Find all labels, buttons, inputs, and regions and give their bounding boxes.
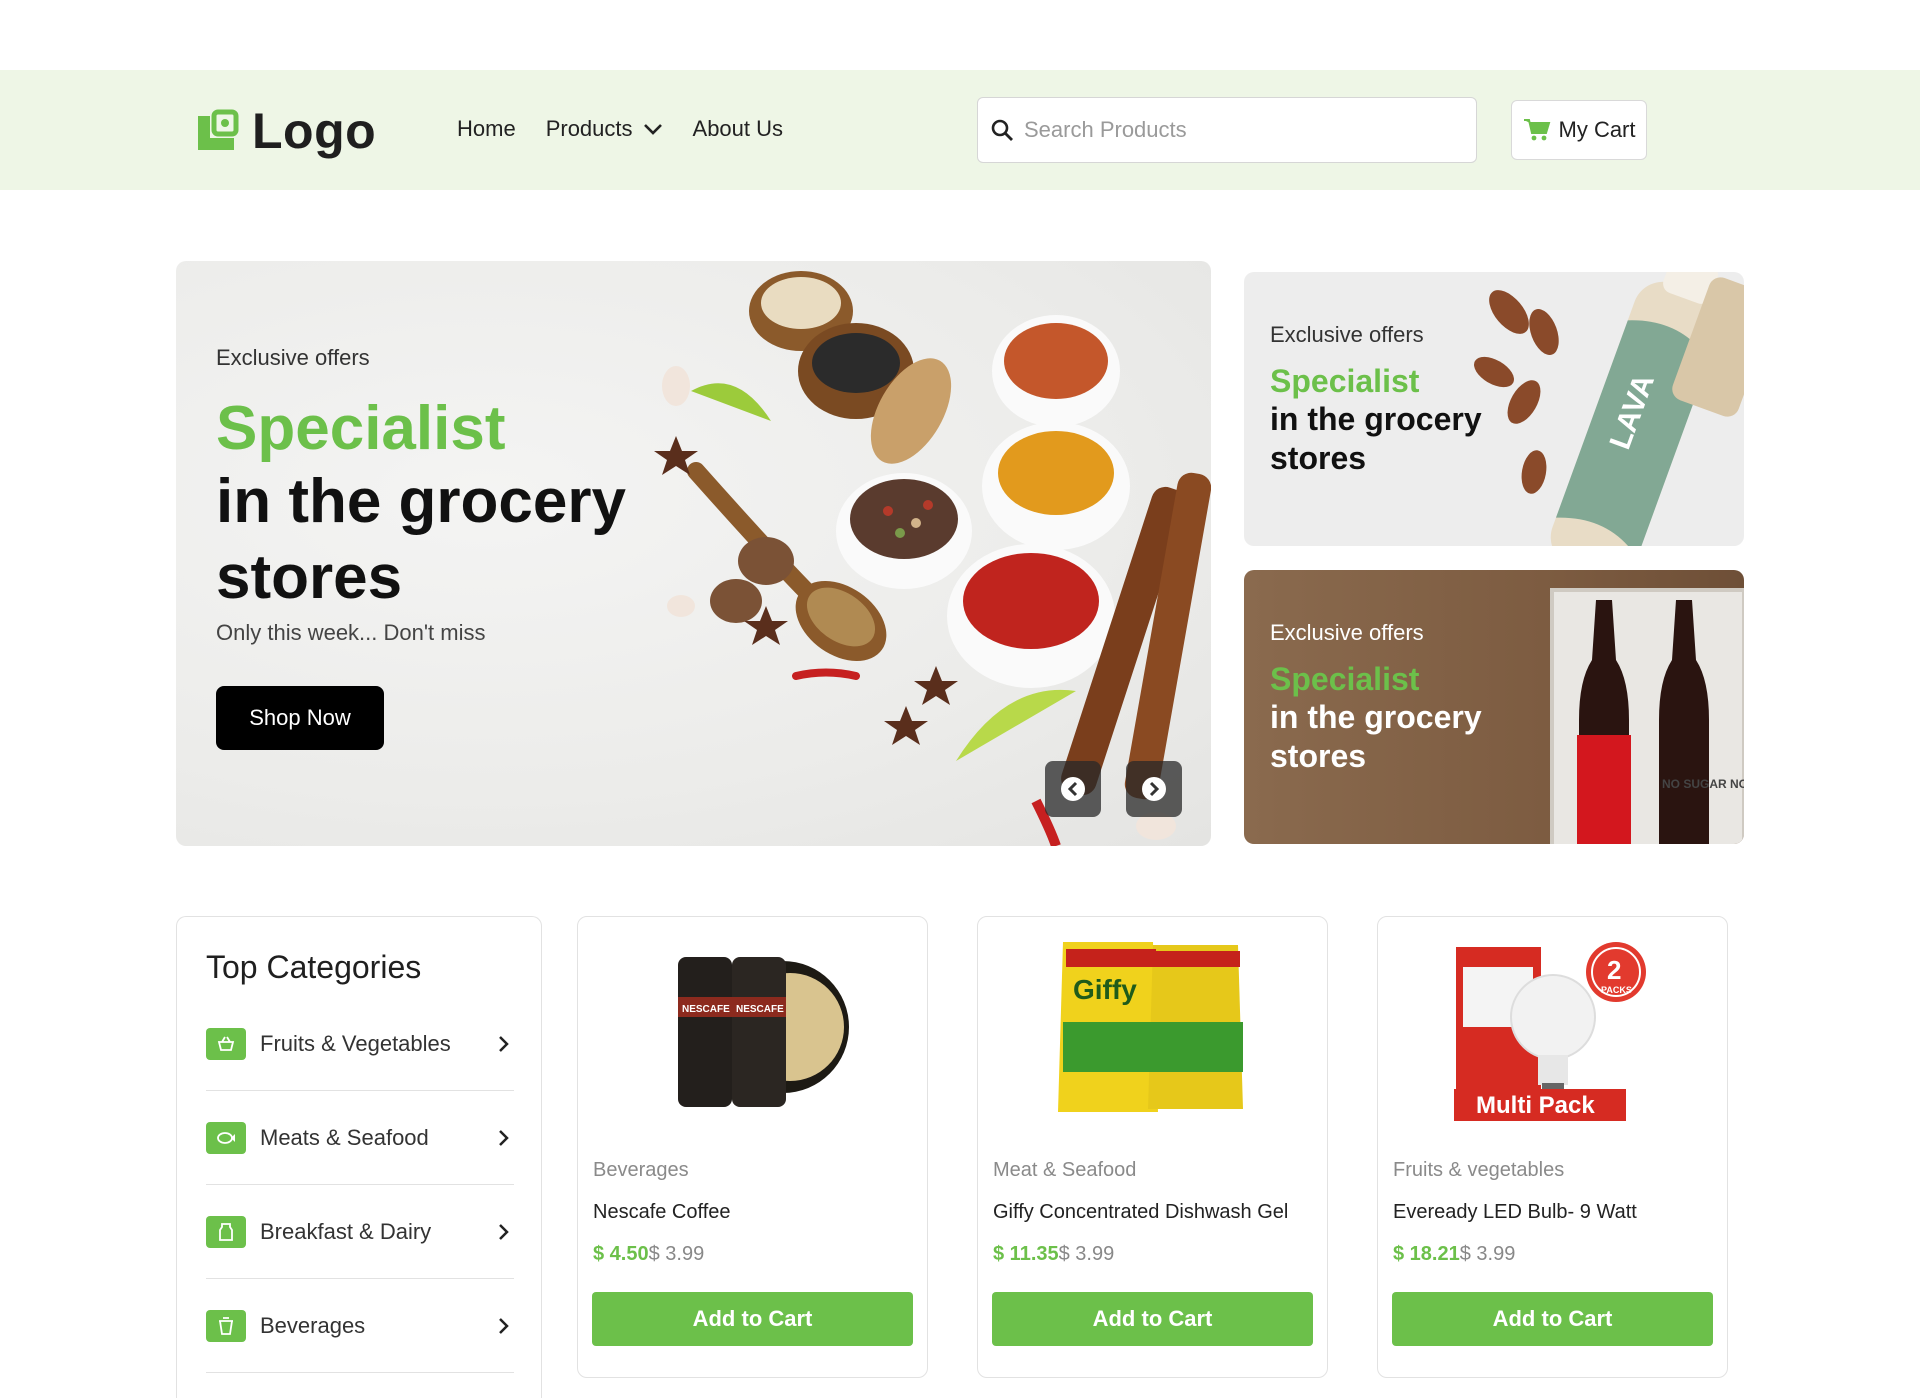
hero-subtitle: Only this week... Don't miss [216, 619, 486, 645]
product-price-current: $ 18.21 [1393, 1243, 1460, 1265]
chevron-left-icon [1061, 777, 1085, 801]
product-price: $ 11.35$ 3.99 [993, 1243, 1114, 1266]
soda-label: NO SUGAR NO CALORIES [1662, 777, 1744, 791]
side-banner-1-eyebrow: Exclusive offers [1270, 322, 1424, 347]
side-banner-2-eyebrow: Exclusive offers [1270, 620, 1424, 645]
hero-title-highlight: Specialist [216, 394, 506, 463]
milk-icon [206, 1215, 246, 1248]
product-image-badge-sub: PACKS [1601, 985, 1632, 995]
product-image-label: NESCAFE [682, 1004, 730, 1015]
product-image: 2 PACKS Multi Pack [1454, 942, 1646, 1121]
product-image-label: Giffy [1073, 974, 1137, 1005]
product-price-current: $ 4.50 [593, 1243, 649, 1265]
product-category: Meat & Seafood [993, 1159, 1137, 1181]
chevron-right-icon [494, 1316, 514, 1336]
nav-home[interactable]: Home [457, 116, 516, 142]
product-price-current: $ 11.35 [993, 1243, 1059, 1265]
cup-icon [206, 1309, 246, 1342]
cart-button[interactable]: My Cart [1511, 100, 1647, 160]
product-price: $ 4.50$ 3.99 [593, 1243, 704, 1266]
cart-icon [1523, 119, 1550, 141]
hero-eyebrow: Exclusive offers [216, 345, 370, 370]
product-card-nescafe[interactable]: NESCAFE NESCAFE Beverages Nescafe Coffee… [577, 916, 928, 1378]
side-banner-plant-milk[interactable]: LAVA Exclusive offers Specialist in the … [1244, 272, 1744, 546]
logo-text: Logo [252, 103, 377, 159]
chevron-right-icon [1142, 777, 1166, 801]
product-image-badge: 2 [1607, 955, 1621, 985]
add-to-cart-button[interactable]: Add to Cart [592, 1292, 913, 1346]
product-name[interactable]: Nescafe Coffee [593, 1201, 731, 1224]
side-banner-2-highlight: Specialist [1270, 661, 1420, 697]
product-image: NESCAFE NESCAFE [678, 957, 849, 1107]
category-item-fruits-vegetables[interactable]: Fruits & Vegetables [206, 997, 514, 1091]
fish-icon [206, 1121, 246, 1154]
search-input[interactable] [1024, 117, 1444, 143]
category-label: Breakfast & Dairy [260, 1218, 432, 1244]
add-to-cart-button[interactable]: Add to Cart [1392, 1292, 1713, 1346]
product-price-old: $ 3.99 [1459, 1243, 1516, 1265]
category-label: Meats & Seafood [260, 1124, 429, 1150]
carousel-next-button[interactable] [1126, 761, 1182, 817]
top-navbar: Logo Home Products About Us My Cart [0, 70, 1920, 190]
basket-icon [206, 1027, 246, 1060]
product-price-old: $ 3.99 [648, 1243, 705, 1265]
side-banner-2-text: Exclusive offers Specialist in the groce… [1270, 620, 1510, 776]
nav-about[interactable]: About Us [693, 116, 784, 142]
category-item-beverages[interactable]: Beverages [206, 1279, 514, 1373]
cart-label: My Cart [1558, 117, 1636, 142]
product-price-old: $ 3.99 [1058, 1243, 1115, 1265]
side-banner-1-highlight: Specialist [1270, 363, 1420, 399]
side-banner-2-title: in the grocery stores [1270, 699, 1482, 775]
side-banner-1-text: Exclusive offers Specialist in the groce… [1270, 322, 1510, 478]
logo[interactable]: Logo [194, 102, 376, 160]
shop-now-button[interactable]: Shop Now [216, 685, 384, 750]
chevron-down-icon [643, 124, 662, 135]
product-category: Fruits & vegetables [1393, 1159, 1565, 1181]
side-banner-1-title: in the grocery stores [1270, 401, 1482, 477]
product-category: Beverages [593, 1159, 689, 1181]
product-card-giffy[interactable]: Giffy Meat & Seafood Giffy Concentrated … [977, 916, 1328, 1378]
search-icon [991, 119, 1013, 141]
chevron-right-icon [494, 1128, 514, 1148]
product-name[interactable]: Giffy Concentrated Dishwash Gel [993, 1201, 1288, 1224]
category-label: Fruits & Vegetables [260, 1030, 451, 1056]
nav-products[interactable]: Products [546, 116, 663, 142]
add-to-cart-button[interactable]: Add to Cart [992, 1292, 1313, 1346]
product-card-eveready[interactable]: 2 PACKS Multi Pack Fruits & vegetables E… [1377, 916, 1728, 1378]
logo-icon [198, 109, 239, 150]
nav-products-label: Products [545, 116, 633, 141]
chevron-right-icon [494, 1222, 514, 1242]
category-item-breakfast-dairy[interactable]: Breakfast & Dairy [206, 1185, 514, 1279]
category-label: Beverages [260, 1312, 366, 1338]
hero-banner: Exclusive offers Specialist in the groce… [176, 261, 1211, 846]
chevron-right-icon [494, 1034, 514, 1054]
carousel-prev-button[interactable] [1045, 761, 1101, 817]
product-price: $ 18.21$ 3.99 [1393, 1243, 1515, 1266]
hero-title: in the grocery stores [216, 467, 626, 612]
product-image-label: Multi Pack [1476, 1092, 1595, 1119]
categories-title: Top Categories [206, 949, 422, 985]
hero-text: Exclusive offers Specialist in the groce… [216, 345, 676, 750]
category-item-meats-seafood[interactable]: Meats & Seafood [206, 1091, 514, 1185]
search-box[interactable] [977, 97, 1477, 163]
side-banner-soda[interactable]: NO SUGAR NO CALORIES Exclusive offers Sp… [1244, 570, 1744, 844]
product-image: Giffy [1058, 942, 1243, 1112]
product-image-label: NESCAFE [736, 1004, 784, 1015]
top-categories-panel: Top Categories Fruits & Vegetables Meats… [176, 916, 542, 1398]
main-nav: Home Products About Us [457, 116, 783, 142]
product-name[interactable]: Eveready LED Bulb- 9 Watt [1393, 1201, 1637, 1224]
